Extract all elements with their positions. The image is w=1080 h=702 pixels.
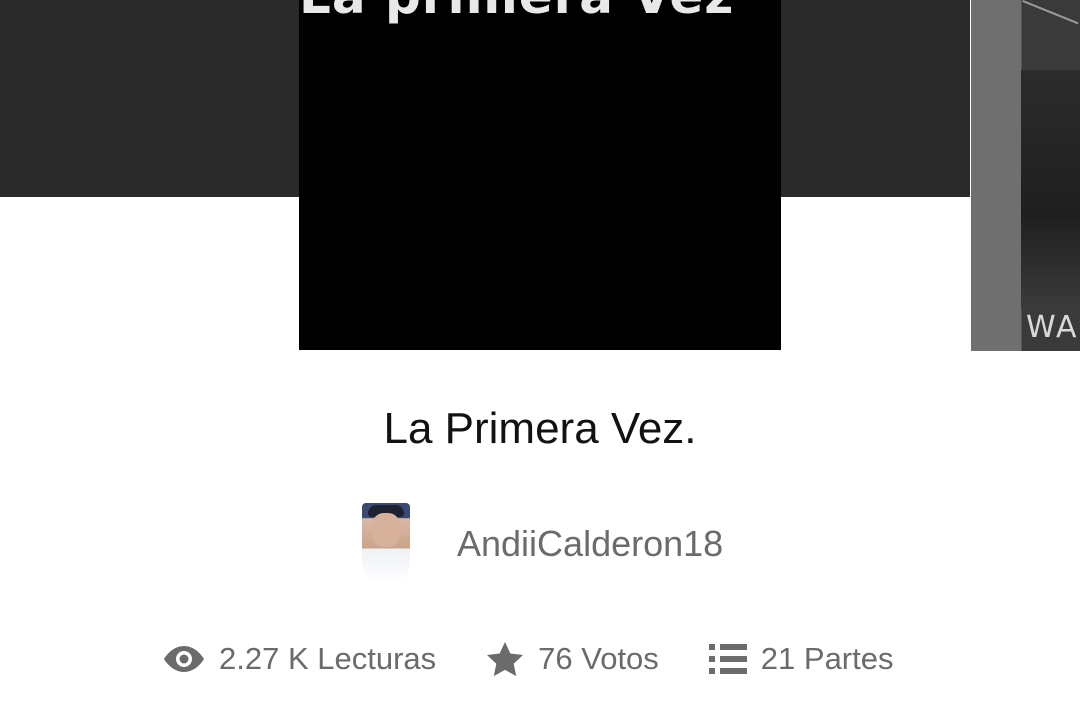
avatar-face — [372, 513, 400, 547]
parts-count: 21 Partes — [760, 641, 894, 676]
reads-count: 2.27 K Lecturas — [219, 641, 437, 676]
eye-icon — [164, 646, 204, 672]
next-story-cover[interactable]: WAL — [971, 0, 1080, 351]
author-row[interactable]: AndiiCalderon18 — [362, 503, 723, 585]
next-story-cover-caption: WAL — [1026, 310, 1080, 345]
story-cover-text: La primera Vez — [299, 0, 734, 25]
reads-stat: 2.27 K Lecturas — [163, 641, 436, 677]
list-icon — [708, 644, 747, 674]
votes-count: 76 Votos — [538, 641, 659, 676]
next-story-cover-detail — [1022, 0, 1079, 25]
parts-stat: 21 Partes — [708, 641, 894, 677]
author-avatar[interactable] — [362, 503, 410, 585]
votes-stat: 76 Votos — [486, 641, 659, 677]
star-icon — [487, 642, 524, 677]
story-title: La Primera Vez. — [383, 404, 697, 453]
author-name[interactable]: AndiiCalderon18 — [457, 523, 723, 565]
story-cover[interactable]: La primera Vez — [299, 0, 781, 350]
story-stats: 2.27 K Lecturas 76 Votos 21 Partes — [163, 636, 894, 682]
next-story-cover-art — [1021, 70, 1080, 310]
